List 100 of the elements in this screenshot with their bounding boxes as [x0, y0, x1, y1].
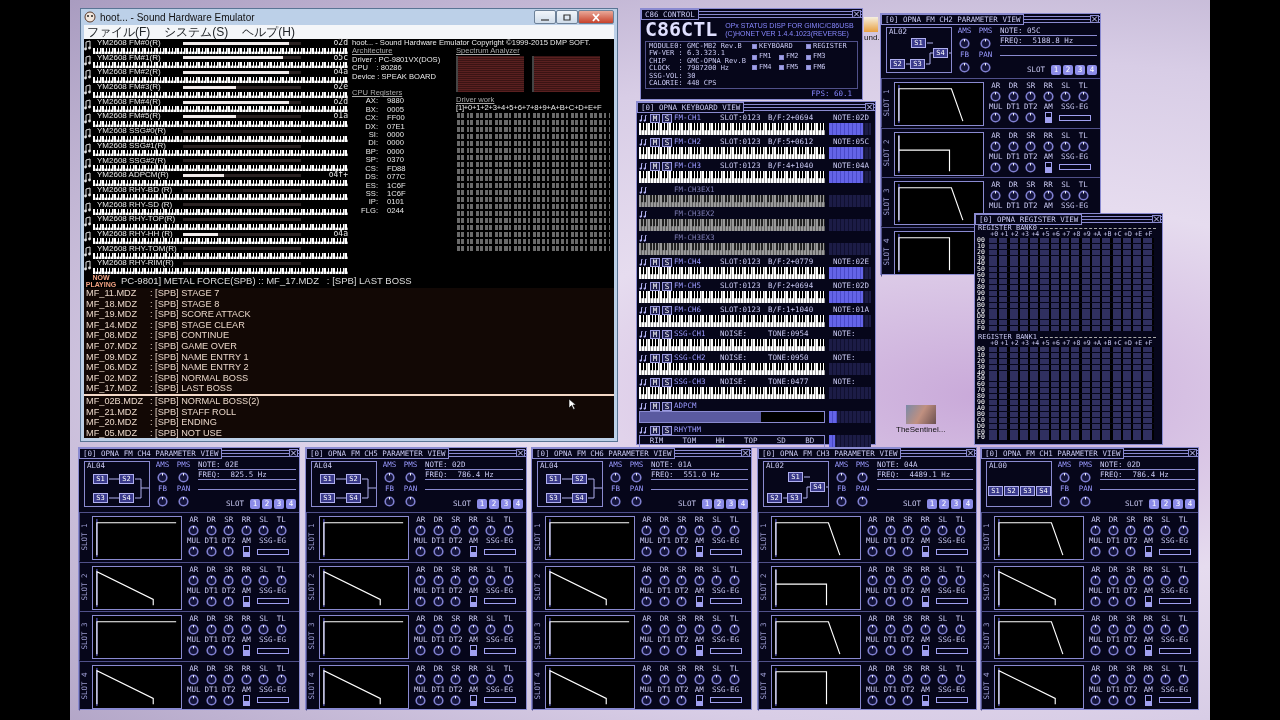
ssg-eg-field[interactable] [1158, 647, 1191, 654]
knob[interactable] [676, 546, 688, 557]
knob[interactable] [937, 574, 949, 586]
knob[interactable] [867, 525, 879, 536]
knob[interactable] [693, 624, 705, 635]
knob[interactable] [205, 546, 217, 557]
knob[interactable] [205, 645, 217, 656]
knob[interactable] [1042, 91, 1054, 102]
knob[interactable] [937, 624, 949, 635]
checkbox[interactable] [751, 54, 757, 60]
knob[interactable] [676, 574, 688, 586]
ssg-eg-field[interactable] [483, 598, 516, 604]
knob[interactable] [415, 624, 427, 635]
ssg-eg-field[interactable] [709, 697, 742, 703]
close-icon[interactable] [516, 449, 525, 457]
knob[interactable] [867, 645, 879, 656]
knob[interactable] [1059, 471, 1070, 483]
knob[interactable] [188, 574, 200, 586]
knob[interactable] [884, 574, 896, 586]
am-toggle[interactable] [921, 595, 929, 607]
knob[interactable] [205, 525, 217, 536]
knob[interactable] [258, 574, 270, 586]
knob[interactable] [902, 624, 914, 635]
knob[interactable] [1107, 546, 1119, 557]
knob[interactable] [1025, 91, 1037, 102]
ssg-eg-field[interactable] [935, 647, 968, 654]
knob[interactable] [658, 595, 670, 607]
close-icon[interactable] [1188, 449, 1197, 457]
knob[interactable] [658, 525, 670, 536]
knob[interactable] [867, 595, 879, 607]
knob[interactable] [1177, 624, 1189, 635]
knob[interactable] [919, 574, 931, 586]
knob[interactable] [658, 574, 670, 586]
knob[interactable] [405, 471, 416, 483]
knob[interactable] [1107, 673, 1119, 685]
knob[interactable] [1160, 525, 1172, 536]
knob[interactable] [884, 694, 896, 706]
knob[interactable] [485, 574, 497, 586]
ssg-eg-field[interactable] [1158, 598, 1191, 604]
knob[interactable] [902, 645, 914, 656]
am-toggle[interactable] [1044, 112, 1052, 123]
playlist-row[interactable]: MF_18.MDZ : [SPB] STAGE 8 [84, 298, 614, 310]
knob[interactable] [240, 525, 252, 536]
knob[interactable] [1090, 624, 1102, 635]
knob[interactable] [954, 525, 966, 536]
ssg-eg-field[interactable] [935, 598, 968, 604]
ssg-eg-field[interactable] [709, 548, 742, 555]
playlist-row[interactable]: MF_02.MDZ : [SPB] NORMAL BOSS [84, 372, 614, 384]
knob[interactable] [857, 471, 868, 483]
knob[interactable] [1060, 91, 1072, 102]
knob[interactable] [1125, 624, 1137, 635]
knob[interactable] [1107, 624, 1119, 635]
knob[interactable] [157, 495, 168, 507]
playlist-row[interactable]: MF_05.MDZ : [SPB] NOT USE [84, 427, 614, 439]
knob[interactable] [1025, 190, 1037, 201]
knob[interactable] [1142, 525, 1154, 536]
knob[interactable] [1007, 140, 1019, 152]
knob[interactable] [867, 546, 879, 557]
knob[interactable] [1060, 190, 1072, 201]
ssg-eg-field[interactable] [935, 697, 968, 703]
knob[interactable] [223, 624, 235, 635]
playlist-row[interactable]: MF_07.MDZ : [SPB] GAME OVER [84, 340, 614, 352]
knob[interactable] [432, 645, 444, 656]
knob[interactable] [1059, 495, 1070, 507]
knob[interactable] [658, 546, 670, 557]
knob[interactable] [467, 574, 479, 586]
knob[interactable] [1025, 161, 1037, 173]
knob[interactable] [884, 546, 896, 557]
knob[interactable] [223, 694, 235, 706]
knob[interactable] [990, 190, 1002, 201]
knob[interactable] [223, 574, 235, 586]
ssg-eg-field[interactable] [483, 647, 516, 654]
knob[interactable] [1025, 140, 1037, 152]
knob[interactable] [432, 673, 444, 685]
knob[interactable] [1107, 694, 1119, 706]
knob[interactable] [658, 694, 670, 706]
knob[interactable] [450, 645, 462, 656]
menu-item[interactable]: ファイル(F) [87, 25, 151, 39]
knob[interactable] [258, 624, 270, 635]
knob[interactable] [384, 495, 395, 507]
knob[interactable] [275, 624, 287, 635]
knob[interactable] [485, 624, 497, 635]
ssg-eg-field[interactable] [1058, 114, 1091, 121]
knob[interactable] [178, 495, 189, 507]
knob[interactable] [1177, 574, 1189, 586]
knob[interactable] [1125, 645, 1137, 656]
knob[interactable] [959, 37, 970, 49]
am-toggle[interactable] [1144, 694, 1152, 706]
knob[interactable] [1090, 525, 1102, 536]
knob[interactable] [1160, 574, 1172, 586]
knob[interactable] [432, 574, 444, 586]
knob[interactable] [467, 624, 479, 635]
knob[interactable] [467, 525, 479, 536]
knob[interactable] [902, 546, 914, 557]
knob[interactable] [258, 525, 270, 536]
knob[interactable] [502, 574, 514, 586]
knob[interactable] [1077, 91, 1089, 102]
knob[interactable] [1060, 140, 1072, 152]
knob[interactable] [450, 546, 462, 557]
knob[interactable] [1090, 673, 1102, 685]
